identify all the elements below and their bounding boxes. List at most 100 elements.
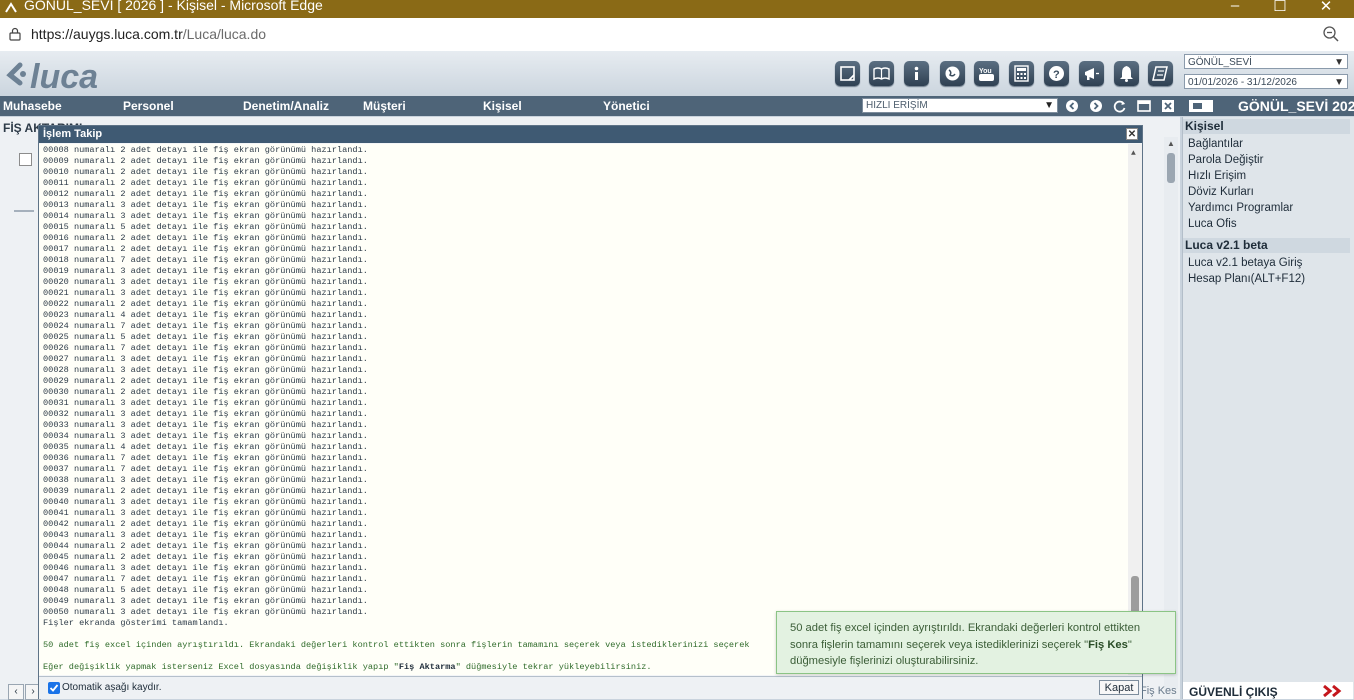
- url-text[interactable]: https://auygs.luca.com.tr/Luca/luca.do: [31, 26, 266, 42]
- panel-link-beta-giris[interactable]: Luca v2.1 betaya Giriş: [1188, 257, 1302, 269]
- nav-item-muhasebe[interactable]: Muhasebe: [3, 99, 62, 113]
- panel-link-hesap-plani[interactable]: Hesap Planı(ALT+F12): [1188, 273, 1305, 285]
- nav-item-musteri[interactable]: Müşteri: [363, 99, 406, 113]
- log-line-info: 50 adet fiş excel içinden ayrıştırıldı. …: [43, 640, 750, 650]
- log-line: 00015 numaralı 5 adet detayı ile fiş ekr…: [43, 222, 368, 232]
- svg-text:luca: luca: [30, 58, 98, 93]
- close-window-button[interactable]: ✕: [1303, 0, 1349, 17]
- log-line: 00046 numaralı 3 adet detayı ile fiş ekr…: [43, 563, 368, 573]
- log-line: 00034 numaralı 3 adet detayı ile fiş ekr…: [43, 431, 368, 441]
- book-icon[interactable]: [869, 61, 894, 86]
- fis-kes-button[interactable]: Fiş Kes: [1140, 685, 1177, 697]
- note-icon[interactable]: [835, 61, 860, 86]
- panel-link-parola[interactable]: Parola Değiştir: [1188, 154, 1263, 166]
- luca-logo: luca: [6, 58, 98, 93]
- quick-access-select[interactable]: HIZLI ERİŞİM ▼: [862, 98, 1058, 113]
- refresh-icon[interactable]: [1113, 99, 1127, 113]
- address-bar[interactable]: https://auygs.luca.com.tr/Luca/luca.do: [0, 18, 1354, 52]
- nav-item-yonetici[interactable]: Yönetici: [603, 99, 650, 113]
- select-all-checkbox[interactable]: [19, 153, 32, 166]
- log-line: 00010 numaralı 2 adet detayı ile fiş ekr…: [43, 167, 368, 177]
- nav-item-denetim[interactable]: Denetim/Analiz: [243, 99, 329, 113]
- log-line: 00043 numaralı 3 adet detayı ile fiş ekr…: [43, 530, 368, 540]
- period-select[interactable]: 01/01/2026 - 31/12/2026 ▼: [1184, 74, 1348, 89]
- svg-text:?: ?: [1053, 69, 1060, 81]
- scroll-up-icon[interactable]: ▲: [1131, 148, 1136, 159]
- user-select[interactable]: GÖNÜL_SEVİ ▼: [1184, 54, 1348, 69]
- autoscroll-checkbox[interactable]: [48, 682, 60, 694]
- log-line: 00030 numaralı 2 adet detayı ile fiş ekr…: [43, 387, 368, 397]
- scroll-thumb[interactable]: [1167, 153, 1175, 183]
- secure-exit-button[interactable]: GÜVENLİ ÇIKIŞ: [1183, 682, 1353, 699]
- youtube-icon[interactable]: You: [974, 61, 999, 86]
- log-area[interactable]: Eğer değişiklik yapmak isterseniz Excel …: [39, 144, 1142, 675]
- panel-link-yardimci[interactable]: Yardımcı Programlar: [1188, 202, 1293, 214]
- log-line: 00035 numaralı 4 adet detayı ile fiş ekr…: [43, 442, 368, 452]
- zoom-icon[interactable]: [1322, 25, 1340, 43]
- nav-item-kisisel[interactable]: Kişisel: [483, 99, 522, 113]
- forward-icon[interactable]: [1089, 99, 1103, 113]
- log-line: 00028 numaralı 3 adet detayı ile fiş ekr…: [43, 365, 368, 375]
- log-line: 00041 numaralı 3 adet detayı ile fiş ekr…: [43, 508, 368, 518]
- log-line: 00016 numaralı 2 adet detayı ile fiş ekr…: [43, 233, 368, 243]
- log-line: 00022 numaralı 2 adet detayı ile fiş ekr…: [43, 299, 368, 309]
- log-scrollbar[interactable]: ▲: [1128, 144, 1142, 675]
- info-icon[interactable]: [904, 61, 929, 86]
- panel-link-luca-ofis[interactable]: Luca Ofis: [1188, 218, 1237, 230]
- scroll-up-icon[interactable]: ▲: [1167, 139, 1175, 148]
- panel-section-title: Luca v2.1 beta: [1183, 238, 1350, 253]
- brand-year: GÖNÜL_SEVİ 2026: [1238, 98, 1354, 114]
- check-icon: [49, 684, 59, 692]
- chevron-down-icon: ▼: [1334, 57, 1344, 68]
- back-icon[interactable]: [1065, 99, 1079, 113]
- window-title: GÖNÜL_SEVİ [ 2026 ] - Kişisel - Microsof…: [24, 0, 323, 13]
- panel-link-baglantilar[interactable]: Bağlantılar: [1188, 138, 1243, 150]
- close-icon[interactable]: ✕: [1126, 128, 1138, 140]
- log-line: 00026 numaralı 7 adet detayı ile fiş ekr…: [43, 343, 368, 353]
- bell-icon[interactable]: [1114, 61, 1139, 86]
- log-line: 00023 numaralı 4 adet detayı ile fiş ekr…: [43, 310, 368, 320]
- app-icon: [5, 2, 17, 13]
- log-line: 00036 numaralı 7 adet detayı ile fiş ekr…: [43, 453, 368, 463]
- lock-icon: [9, 27, 21, 41]
- log-line: 00048 numaralı 5 adet detayı ile fiş ekr…: [43, 585, 368, 595]
- log-line: 00020 numaralı 3 adet detayı ile fiş ekr…: [43, 277, 368, 287]
- main-nav: Muhasebe Personel Denetim/Analiz Müşteri…: [0, 96, 1354, 116]
- right-panel: Kişisel Bağlantılar Parola Değiştir Hızl…: [1182, 117, 1354, 699]
- calculator-icon[interactable]: [1009, 61, 1034, 86]
- notebook-icon[interactable]: [1148, 61, 1173, 86]
- background-scrollbar[interactable]: ▲: [1164, 137, 1178, 689]
- autoscroll-label: Otomatik aşağı kaydır.: [62, 682, 162, 693]
- dialog-title-bar[interactable]: İşlem Takip ✕: [39, 126, 1142, 143]
- log-line: 00044 numaralı 2 adet detayı ile fiş ekr…: [43, 541, 368, 551]
- svg-text:You: You: [979, 68, 992, 75]
- log-line: 00029 numaralı 2 adet detayı ile fiş ekr…: [43, 376, 368, 386]
- scroll-left-icon[interactable]: ‹: [8, 684, 24, 700]
- log-line: 00047 numaralı 7 adet detayı ile fiş ekr…: [43, 574, 368, 584]
- minimize-button[interactable]: –: [1212, 0, 1258, 17]
- globe-icon[interactable]: [940, 61, 965, 86]
- dialog-title: İşlem Takip: [43, 128, 103, 140]
- log-line: 00032 numaralı 3 adet detayı ile fiş ekr…: [43, 409, 368, 419]
- exit-label: GÜVENLİ ÇIKIŞ: [1189, 685, 1278, 699]
- maximize-button[interactable]: ☐: [1257, 0, 1303, 17]
- kapat-button[interactable]: Kapat: [1099, 680, 1139, 695]
- chevron-down-icon: ▼: [1044, 100, 1054, 111]
- log-line: 00040 numaralı 3 adet detayı ile fiş ekr…: [43, 497, 368, 507]
- nav-item-personel[interactable]: Personel: [123, 99, 174, 113]
- panel-link-hizli-erisim[interactable]: Hızlı Erişim: [1188, 170, 1246, 182]
- help-icon[interactable]: ?: [1044, 61, 1069, 86]
- fis-kes-emphasis: Fiş Kes: [1088, 638, 1128, 651]
- luca-header: luca You ? GÖNÜL_SEVİ ▼ 01/01/2026 - 31/1…: [0, 51, 1354, 97]
- log-line-done: Fişler ekranda gösterimi tamamlandı.: [43, 618, 229, 628]
- log-line: 00018 numaralı 7 adet detayı ile fiş ekr…: [43, 255, 368, 265]
- close-tab-icon[interactable]: [1161, 99, 1175, 113]
- log-line: 00050 numaralı 3 adet detayı ile fiş ekr…: [43, 607, 368, 617]
- log-line: 00021 numaralı 3 adet detayı ile fiş ekr…: [43, 288, 368, 298]
- megaphone-icon[interactable]: [1079, 61, 1104, 86]
- panel-link-doviz[interactable]: Döviz Kurları: [1188, 186, 1254, 198]
- window-icon[interactable]: [1137, 99, 1151, 113]
- log-line: 00014 numaralı 3 adet detayı ile fiş ekr…: [43, 211, 368, 221]
- log-line: 00012 numaralı 2 adet detayı ile fiş ekr…: [43, 189, 368, 199]
- fullscreen-icon[interactable]: [1188, 99, 1214, 113]
